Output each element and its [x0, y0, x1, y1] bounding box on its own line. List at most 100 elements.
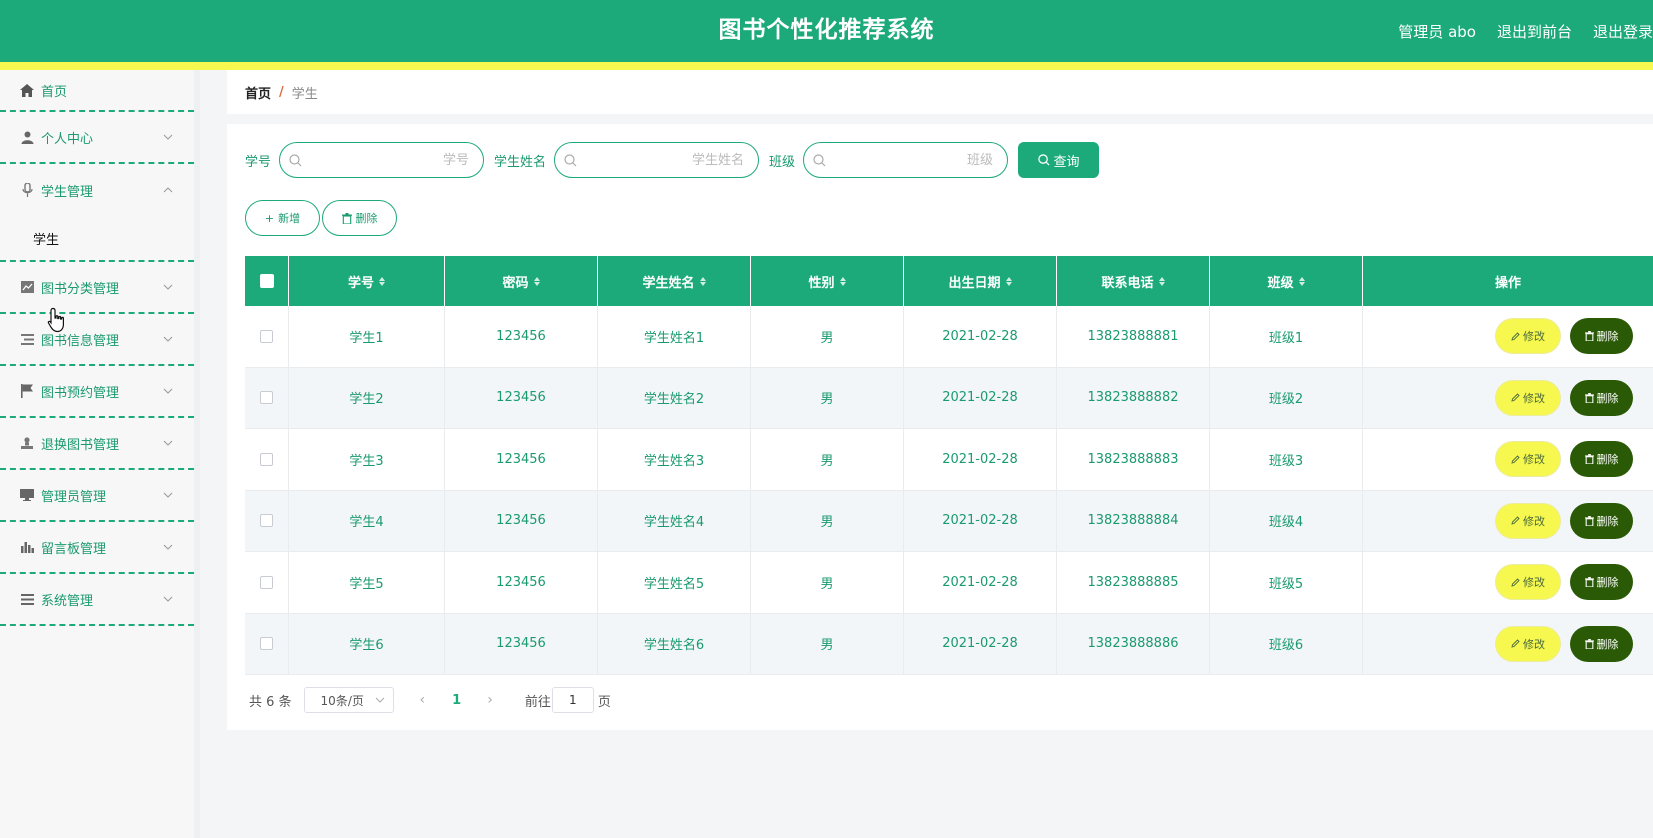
- row-checkbox[interactable]: [260, 514, 273, 528]
- cell-operations: 修改 删除: [1363, 368, 1653, 429]
- student-table: 学号 密码 学生姓名 性别 出生日期 联系电话 班级 操作 学生1 123456 学…: [245, 256, 1653, 675]
- chevron-down-icon: [163, 544, 173, 550]
- table-row: 学生4 123456 学生姓名4 男 2021-02-28 13823888884 班级4 修…: [245, 490, 1653, 552]
- next-page-button[interactable]: ›: [487, 692, 493, 708]
- cell-operations: 修改 删除: [1363, 491, 1653, 552]
- sidebar-item-book-category[interactable]: 图书分类管理: [0, 262, 194, 314]
- edit-button-label: 修改: [1523, 514, 1545, 528]
- content-card: 学号 学生姓名 班级 查询 + 新增 删除: [227, 124, 1653, 730]
- edit-button[interactable]: 修改: [1495, 441, 1561, 478]
- student-id-input[interactable]: [310, 143, 470, 177]
- cell-select: [245, 306, 289, 367]
- column-label: 学号: [347, 275, 374, 291]
- cell-operations: 修改 删除: [1363, 306, 1653, 367]
- class-input[interactable]: [834, 143, 994, 177]
- student-name-input[interactable]: [585, 143, 745, 177]
- sidebar-subitem-student[interactable]: 学生: [0, 216, 194, 262]
- chevron-down-icon: [163, 134, 173, 140]
- sidebar-item-personal-center[interactable]: 个人中心: [0, 112, 194, 164]
- edit-button[interactable]: 修改: [1495, 502, 1561, 539]
- edit-button[interactable]: 修改: [1495, 625, 1561, 662]
- delete-button[interactable]: 删除: [1570, 318, 1633, 355]
- edit-button[interactable]: 修改: [1495, 379, 1561, 416]
- sidebar-item-book-reservation[interactable]: 图书预约管理: [0, 366, 194, 418]
- cell-password: 123456: [445, 552, 598, 613]
- select-all-checkbox[interactable]: [259, 274, 274, 288]
- chart-icon: [19, 279, 35, 295]
- cell-select: [245, 367, 289, 428]
- prev-page-button[interactable]: ‹: [420, 692, 426, 708]
- delete-button-label: 删除: [355, 212, 378, 225]
- cell-operations: 修改 删除: [1363, 552, 1653, 613]
- cell-phone: 13823888884: [1057, 490, 1210, 551]
- sidebar-item-book-return[interactable]: 退换图书管理: [0, 418, 194, 470]
- sort-icon: [839, 276, 846, 286]
- delete-button[interactable]: 删除: [1570, 564, 1633, 601]
- table-header: 学号 密码 学生姓名 性别 出生日期 联系电话 班级 操作: [245, 256, 1653, 306]
- edit-button[interactable]: 修改: [1495, 564, 1561, 601]
- pencil-icon: [1511, 639, 1520, 648]
- sidebar-item-label: 图书分类管理: [41, 281, 120, 297]
- sidebar-item-book-info[interactable]: 图书信息管理: [0, 314, 194, 366]
- column-phone[interactable]: 联系电话: [1057, 256, 1210, 306]
- cell-gender: 男: [751, 306, 904, 367]
- bar-chart-icon: [19, 539, 35, 555]
- mic-icon: [19, 182, 35, 198]
- pencil-icon: [1511, 332, 1520, 341]
- cell-select: [245, 552, 289, 613]
- edit-button[interactable]: 修改: [1495, 318, 1561, 355]
- breadcrumb-separator: /: [279, 84, 284, 100]
- breadcrumb-home[interactable]: 首页: [245, 83, 271, 102]
- header-user-area: 管理员 abo 退出到前台 退出登录: [1398, 0, 1653, 62]
- cell-operations: 修改 删除: [1363, 614, 1653, 675]
- column-password[interactable]: 密码: [445, 256, 598, 306]
- delete-button[interactable]: 删除: [1570, 379, 1633, 416]
- sidebar-item-admin-management[interactable]: 管理员管理: [0, 470, 194, 522]
- row-checkbox[interactable]: [260, 452, 273, 466]
- cell-gender: 男: [751, 613, 904, 674]
- search-label-student-name: 学生姓名: [494, 154, 547, 170]
- pagination: 共 6 条 10条/页 ‹ 1 › 前往 页: [249, 687, 611, 713]
- page-size-select[interactable]: 10条/页: [303, 687, 394, 713]
- logout-link[interactable]: 退出登录: [1593, 21, 1653, 42]
- row-checkbox[interactable]: [260, 575, 273, 589]
- cell-student-name: 学生姓名1: [598, 306, 751, 367]
- column-gender[interactable]: 性别: [751, 256, 904, 306]
- sidebar-item-student-management[interactable]: 学生管理: [0, 164, 194, 216]
- sort-icon: [379, 276, 385, 286]
- column-student-id[interactable]: 学号: [289, 256, 445, 306]
- row-checkbox[interactable]: [260, 329, 273, 343]
- column-student-name[interactable]: 学生姓名: [598, 256, 751, 306]
- person-icon: [19, 435, 35, 451]
- query-button[interactable]: 查询: [1018, 142, 1100, 178]
- add-button[interactable]: + 新增: [245, 200, 320, 236]
- cell-select: [245, 429, 289, 490]
- row-checkbox[interactable]: [260, 391, 273, 405]
- trash-icon: [1584, 515, 1594, 526]
- sidebar-item-home[interactable]: 首页: [0, 70, 194, 112]
- sidebar-item-label: 留言板管理: [41, 541, 107, 557]
- column-birth-date[interactable]: 出生日期: [904, 256, 1057, 306]
- cell-phone: 13823888881: [1057, 306, 1210, 367]
- chevron-down-icon: [163, 596, 173, 602]
- cell-student-id: 学生2: [289, 367, 445, 428]
- trash-icon: [341, 212, 352, 224]
- menu-icon: [19, 591, 35, 607]
- exit-to-front-link[interactable]: 退出到前台: [1497, 21, 1572, 42]
- batch-delete-button[interactable]: 删除: [322, 200, 397, 236]
- sidebar: 首页 个人中心 学生管理 学生 图书分类管理 图书信息管理 图书预约管理 退换图…: [0, 70, 200, 838]
- column-class[interactable]: 班级: [1210, 256, 1363, 306]
- delete-button[interactable]: 删除: [1570, 625, 1633, 662]
- sort-icon: [1158, 276, 1165, 286]
- sidebar-item-message-board[interactable]: 留言板管理: [0, 522, 194, 574]
- edit-button-label: 修改: [1523, 391, 1545, 405]
- delete-button[interactable]: 删除: [1570, 502, 1633, 539]
- sidebar-item-system-management[interactable]: 系统管理: [0, 574, 194, 626]
- row-checkbox[interactable]: [260, 637, 273, 651]
- sidebar-item-label: 个人中心: [41, 131, 94, 147]
- sort-icon: [1005, 276, 1012, 286]
- header-select-all[interactable]: [245, 256, 289, 306]
- current-page-number[interactable]: 1: [452, 693, 461, 708]
- goto-page-input[interactable]: [551, 687, 594, 713]
- delete-button[interactable]: 删除: [1570, 441, 1633, 478]
